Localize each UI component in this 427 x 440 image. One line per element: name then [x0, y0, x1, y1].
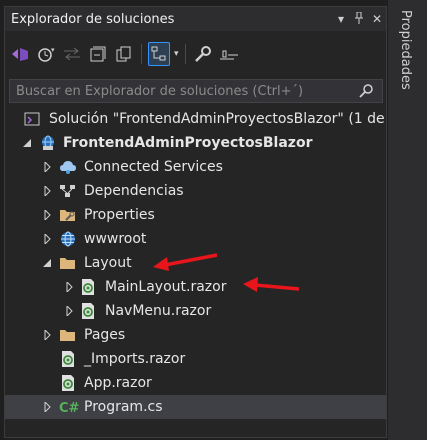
razor-file-icon: [59, 374, 77, 392]
web-project-icon: [39, 134, 57, 152]
tree-item-dependencias[interactable]: Dependencias: [5, 179, 386, 203]
properties-side-tab[interactable]: Propiedades: [388, 0, 427, 440]
tree-item-project[interactable]: FrontendAdminProyectosBlazor: [5, 131, 386, 155]
panel-titlebar: Explorador de soluciones ▾ ✕: [5, 7, 386, 31]
tree-item-properties[interactable]: Properties: [5, 203, 386, 227]
folder-icon: [59, 254, 77, 272]
tree-item-program-cs[interactable]: C# Program.cs: [5, 395, 386, 419]
item-label: Layout: [84, 255, 132, 271]
razor-file-icon: [79, 278, 97, 296]
collapsed-arrow-icon[interactable]: [41, 233, 53, 245]
collapsed-arrow-icon[interactable]: [41, 209, 53, 221]
project-label: FrontendAdminProyectosBlazor: [63, 135, 313, 151]
collapse-all-button[interactable]: [87, 42, 109, 66]
toolbar-separator: [184, 44, 186, 64]
pin-icon[interactable]: [350, 11, 368, 27]
tree-item-layout[interactable]: Layout: [5, 251, 386, 275]
solution-explorer-panel: Explorador de soluciones ▾ ✕ ▾ ▾ Buscar …: [4, 6, 387, 438]
svg-text:C#: C#: [59, 401, 80, 414]
csharp-file-icon: C#: [59, 398, 81, 416]
show-all-files-button[interactable]: [113, 42, 135, 66]
item-label: NavMenu.razor: [105, 303, 212, 319]
razor-file-icon: [59, 350, 77, 368]
item-label: MainLayout.razor: [105, 279, 227, 295]
item-label: Program.cs: [84, 399, 163, 415]
collapsed-arrow-icon[interactable]: [41, 185, 53, 197]
tree-item-connected-services[interactable]: Connected Services: [5, 155, 386, 179]
panel-title: Explorador de soluciones: [11, 11, 175, 27]
item-label: Connected Services: [84, 159, 223, 175]
side-tab-label: Propiedades: [398, 10, 413, 90]
expanded-arrow-icon[interactable]: [41, 257, 53, 269]
sync-with-document-button[interactable]: [61, 42, 83, 66]
search-input[interactable]: [10, 82, 352, 100]
solution-label: Solución "FrontendAdminProyectosBlazor" …: [49, 111, 386, 127]
folder-icon: [59, 326, 77, 344]
dropdown-icon[interactable]: ▾: [332, 12, 350, 26]
tree-item-imports-razor[interactable]: _Imports.razor: [5, 347, 386, 371]
tree-item-solution[interactable]: Solución "FrontendAdminProyectosBlazor" …: [5, 107, 386, 131]
pending-changes-filter-button[interactable]: ▾: [35, 42, 57, 66]
item-label: Dependencias: [84, 183, 184, 199]
search-box: [9, 79, 383, 103]
annotation-arrow: [243, 277, 300, 292]
tree-item-app-razor[interactable]: App.razor: [5, 371, 386, 395]
item-label: Properties: [84, 207, 155, 223]
collapsed-arrow-icon[interactable]: [63, 281, 75, 293]
preview-selected-items-button[interactable]: [148, 42, 170, 66]
connected-services-icon: [59, 158, 77, 176]
collapsed-arrow-icon[interactable]: [63, 305, 75, 317]
item-label: Pages: [84, 327, 126, 343]
item-label: App.razor: [84, 375, 152, 391]
solution-tree: Solución "FrontendAdminProyectosBlazor" …: [5, 107, 386, 419]
annotation-arrow: [153, 253, 218, 271]
close-icon[interactable]: ✕: [368, 12, 386, 26]
switch-views-button[interactable]: [9, 42, 31, 66]
tree-item-navmenu-razor[interactable]: NavMenu.razor: [5, 299, 386, 323]
search-icon[interactable]: [352, 84, 382, 98]
properties-button[interactable]: [192, 42, 214, 66]
collapsed-arrow-icon[interactable]: [41, 161, 53, 173]
svg-text:▾: ▾: [51, 46, 55, 54]
collapsed-arrow-icon[interactable]: [41, 329, 53, 341]
solution-icon: [23, 110, 41, 128]
dependencies-icon: [59, 182, 77, 200]
properties-folder-icon: [59, 206, 77, 224]
item-label: _Imports.razor: [84, 351, 186, 367]
globe-icon: [59, 230, 77, 248]
expanded-arrow-icon[interactable]: [21, 137, 33, 149]
settings-button[interactable]: [218, 42, 240, 66]
razor-file-icon: [79, 302, 97, 320]
item-label: wwwroot: [84, 231, 147, 247]
toolbar: ▾ ▾: [5, 35, 386, 73]
tree-item-wwwroot[interactable]: wwwroot: [5, 227, 386, 251]
collapsed-arrow-icon[interactable]: [41, 401, 53, 413]
chevron-down-icon[interactable]: ▾: [174, 49, 179, 59]
tree-item-mainlayout-razor[interactable]: MainLayout.razor: [5, 275, 386, 299]
toolbar-separator: [141, 44, 142, 64]
tree-item-pages[interactable]: Pages: [5, 323, 386, 347]
